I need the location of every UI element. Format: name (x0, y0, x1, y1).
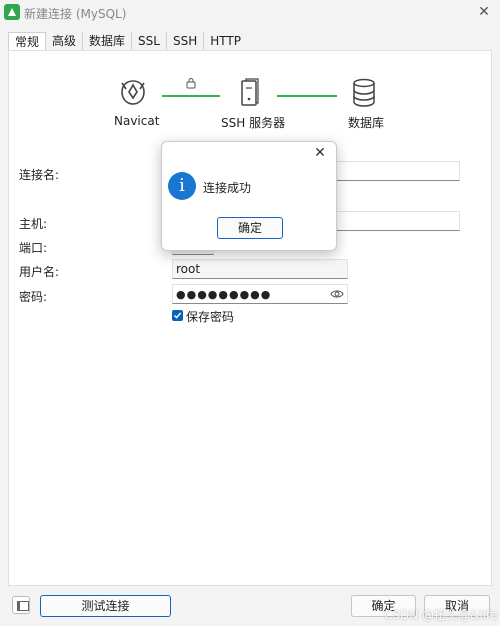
navicat-label: Navicat (114, 114, 160, 128)
dialog-message: 连接成功 (203, 181, 252, 195)
lock-icon (186, 78, 196, 89)
save-password-checkbox[interactable] (172, 310, 183, 321)
dialog-ok-button[interactable]: 确定 (217, 217, 283, 239)
panel-toggle-icon[interactable] (12, 596, 30, 614)
navicat-logo-icon (121, 80, 145, 105)
database-label: 数据库 (348, 116, 385, 130)
connection-success-dialog: ✕ i 连接成功 确定 (161, 141, 337, 251)
connection-name-label: 连接名: (19, 168, 60, 182)
host-label: 主机: (19, 217, 48, 231)
save-password-label: 保存密码 (186, 310, 235, 324)
ssh-server-label: SSH 服务器 (221, 116, 286, 130)
eye-icon[interactable] (330, 288, 344, 300)
ssh-link-line (162, 95, 220, 97)
password-mask: ●●●●●●●●● (176, 288, 272, 301)
connection-window: 新建连接 (MySQL) ✕ 常规 高级 数据库 SSL SSH HTTP Na… (0, 0, 500, 626)
test-connection-button[interactable]: 测试连接 (40, 595, 171, 617)
password-input[interactable]: ●●●●●●●●● (172, 284, 348, 304)
database-icon (353, 78, 375, 107)
dialog-close-icon[interactable]: ✕ (312, 145, 328, 161)
username-label: 用户名: (19, 265, 60, 279)
username-input[interactable]: root (172, 259, 348, 279)
password-label: 密码: (19, 290, 48, 304)
db-link-line (277, 95, 337, 97)
info-icon: i (168, 172, 196, 200)
server-icon (241, 78, 259, 106)
csdn-watermark: CSDN @扭头@&life (384, 608, 498, 622)
port-label: 端口: (19, 241, 48, 255)
connection-diagram: Navicat SSH 服务器 数据库 (0, 0, 500, 140)
